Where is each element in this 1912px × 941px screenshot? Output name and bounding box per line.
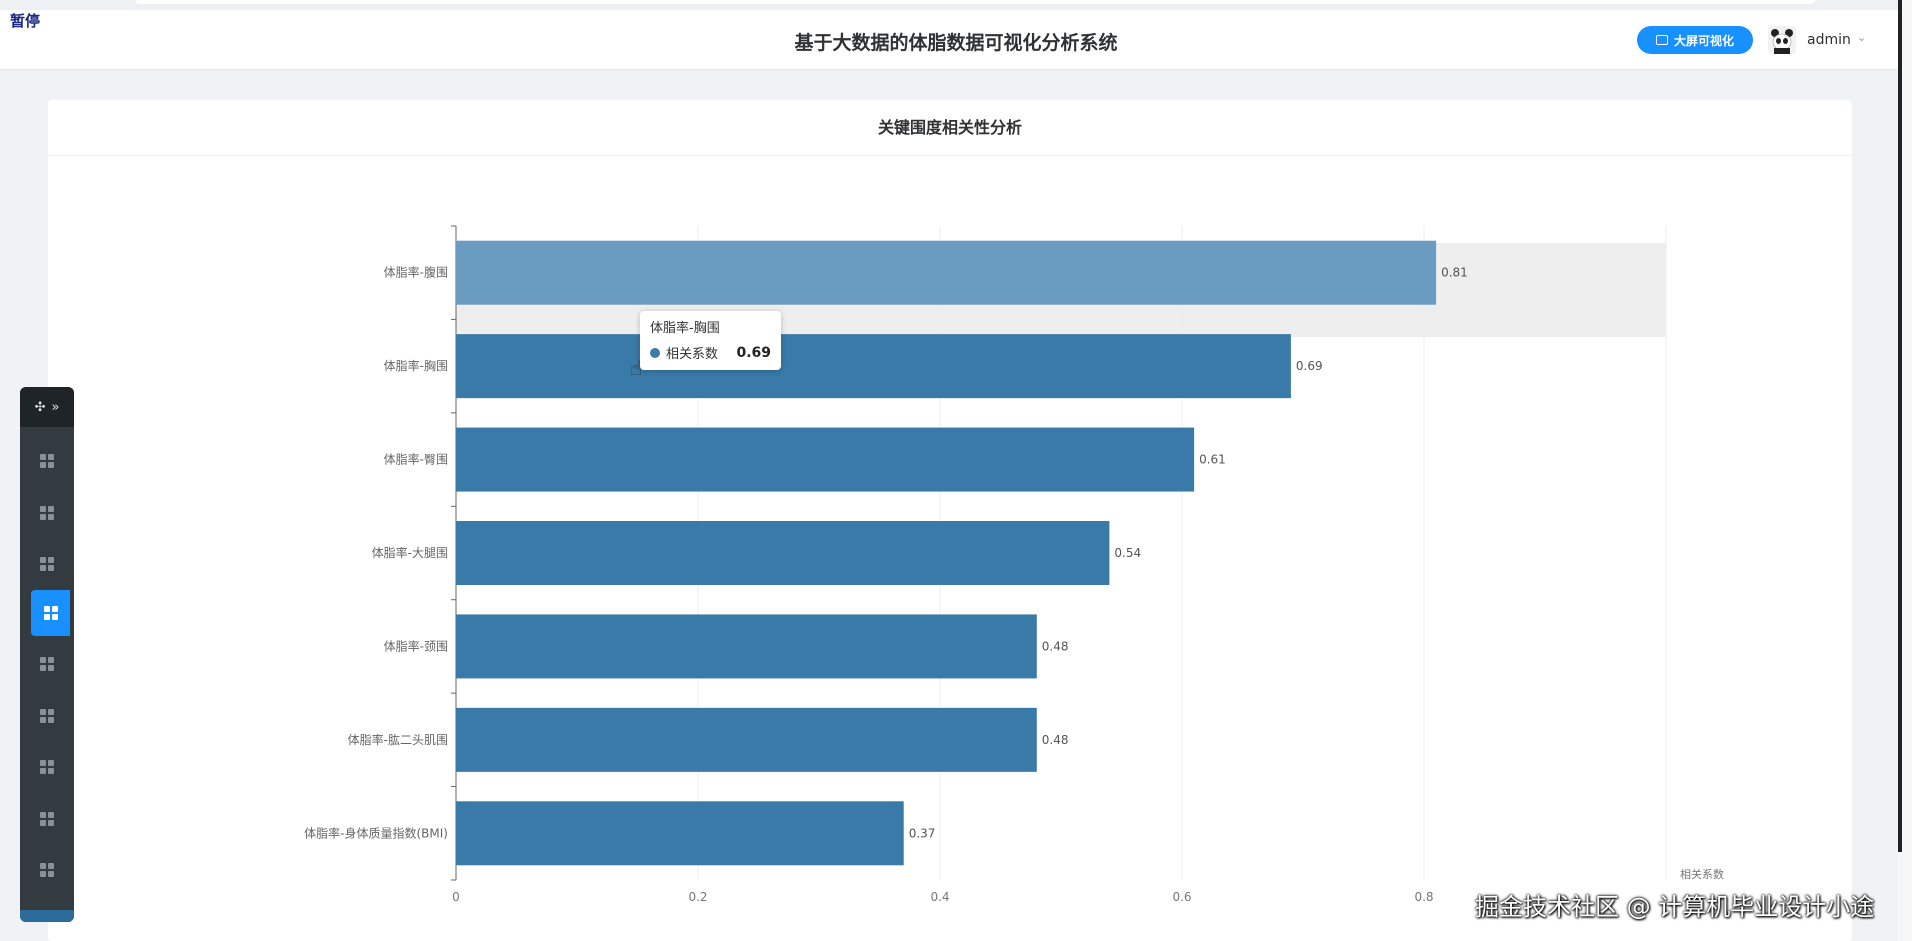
x-tick-label: 0.8 [1414, 890, 1433, 904]
grid-icon [40, 863, 54, 877]
toolbar-item-7[interactable] [20, 744, 74, 790]
bar [456, 240, 1437, 305]
x-axis-label: 相关系数 [1680, 867, 1724, 881]
bar [456, 707, 1037, 772]
tooltip-value: 0.69 [736, 344, 771, 361]
chart-tooltip: 体脂率-胸围 相关系数 0.69 [640, 311, 781, 370]
tooltip-series: 相关系数 [666, 347, 719, 362]
grid-icon [43, 606, 58, 620]
category-label: 体脂率-腹围 [384, 265, 448, 280]
bar [456, 334, 1291, 399]
toolbar-item-4[interactable] [31, 590, 70, 636]
category-label: 体脂率-大腿围 [372, 545, 448, 560]
x-tick-label: 0.2 [688, 890, 707, 904]
value-label: 0.48 [1042, 733, 1069, 747]
category-label: 体脂率-肱二头肌围 [348, 732, 448, 747]
x-tick-label: 0.4 [930, 890, 949, 904]
value-label: 0.61 [1199, 453, 1226, 467]
series-dot-icon [650, 347, 660, 358]
value-label: 0.69 [1296, 359, 1323, 373]
toolbar-item-9[interactable] [20, 847, 74, 893]
toolbar-head[interactable]: ✣ » [20, 387, 74, 427]
floating-toolbar[interactable]: ✣ » [20, 387, 74, 922]
grid-icon [40, 506, 54, 520]
bar [456, 427, 1195, 492]
toolbar-foot [20, 910, 74, 922]
x-tick-label: 0.6 [1172, 890, 1191, 904]
grid-icon [40, 454, 54, 468]
grid-icon [40, 760, 54, 774]
toolbar-item-6[interactable] [20, 693, 74, 739]
toolbar-item-8[interactable] [20, 796, 74, 842]
bar [456, 801, 904, 866]
grid-icon [40, 812, 54, 826]
category-label: 体脂率-臀围 [384, 452, 448, 467]
category-label: 体脂率-身体质量指数(BMI) [304, 825, 448, 840]
tooltip-title: 体脂率-胸围 [650, 321, 720, 336]
toolbar-item-2[interactable] [20, 490, 74, 536]
move-icon[interactable]: ✣ [35, 400, 46, 415]
value-label: 0.37 [909, 826, 936, 840]
value-label: 0.81 [1441, 266, 1468, 280]
hand-cursor-icon: ☝ [630, 356, 643, 380]
value-label: 0.54 [1114, 546, 1141, 560]
correlation-bar-chart: 0 0.2 0.4 0.6 0.8相关系数体脂率-腹围 0.81体脂率-胸围 0.69体脂率… [304, 225, 1724, 904]
value-label: 0.48 [1042, 639, 1069, 653]
category-label: 体脂率-颈围 [384, 638, 448, 653]
x-tick-label: 0 [452, 890, 460, 904]
watermark: 掘金技术社区 @ 计算机毕业设计小途 [1475, 893, 1875, 921]
bar [456, 614, 1037, 679]
grid-icon [40, 709, 54, 723]
grid-icon [40, 657, 54, 671]
tooltip-row: 相关系数 0.69 [650, 343, 771, 362]
grid-icon [40, 557, 54, 571]
toolbar-item-5[interactable] [20, 641, 74, 687]
toolbar-item-1[interactable] [20, 438, 74, 484]
category-label: 体脂率-胸围 [384, 358, 448, 373]
toolbar-item-3[interactable] [20, 541, 74, 587]
bar [456, 521, 1110, 585]
expand-icon[interactable]: » [51, 400, 59, 415]
